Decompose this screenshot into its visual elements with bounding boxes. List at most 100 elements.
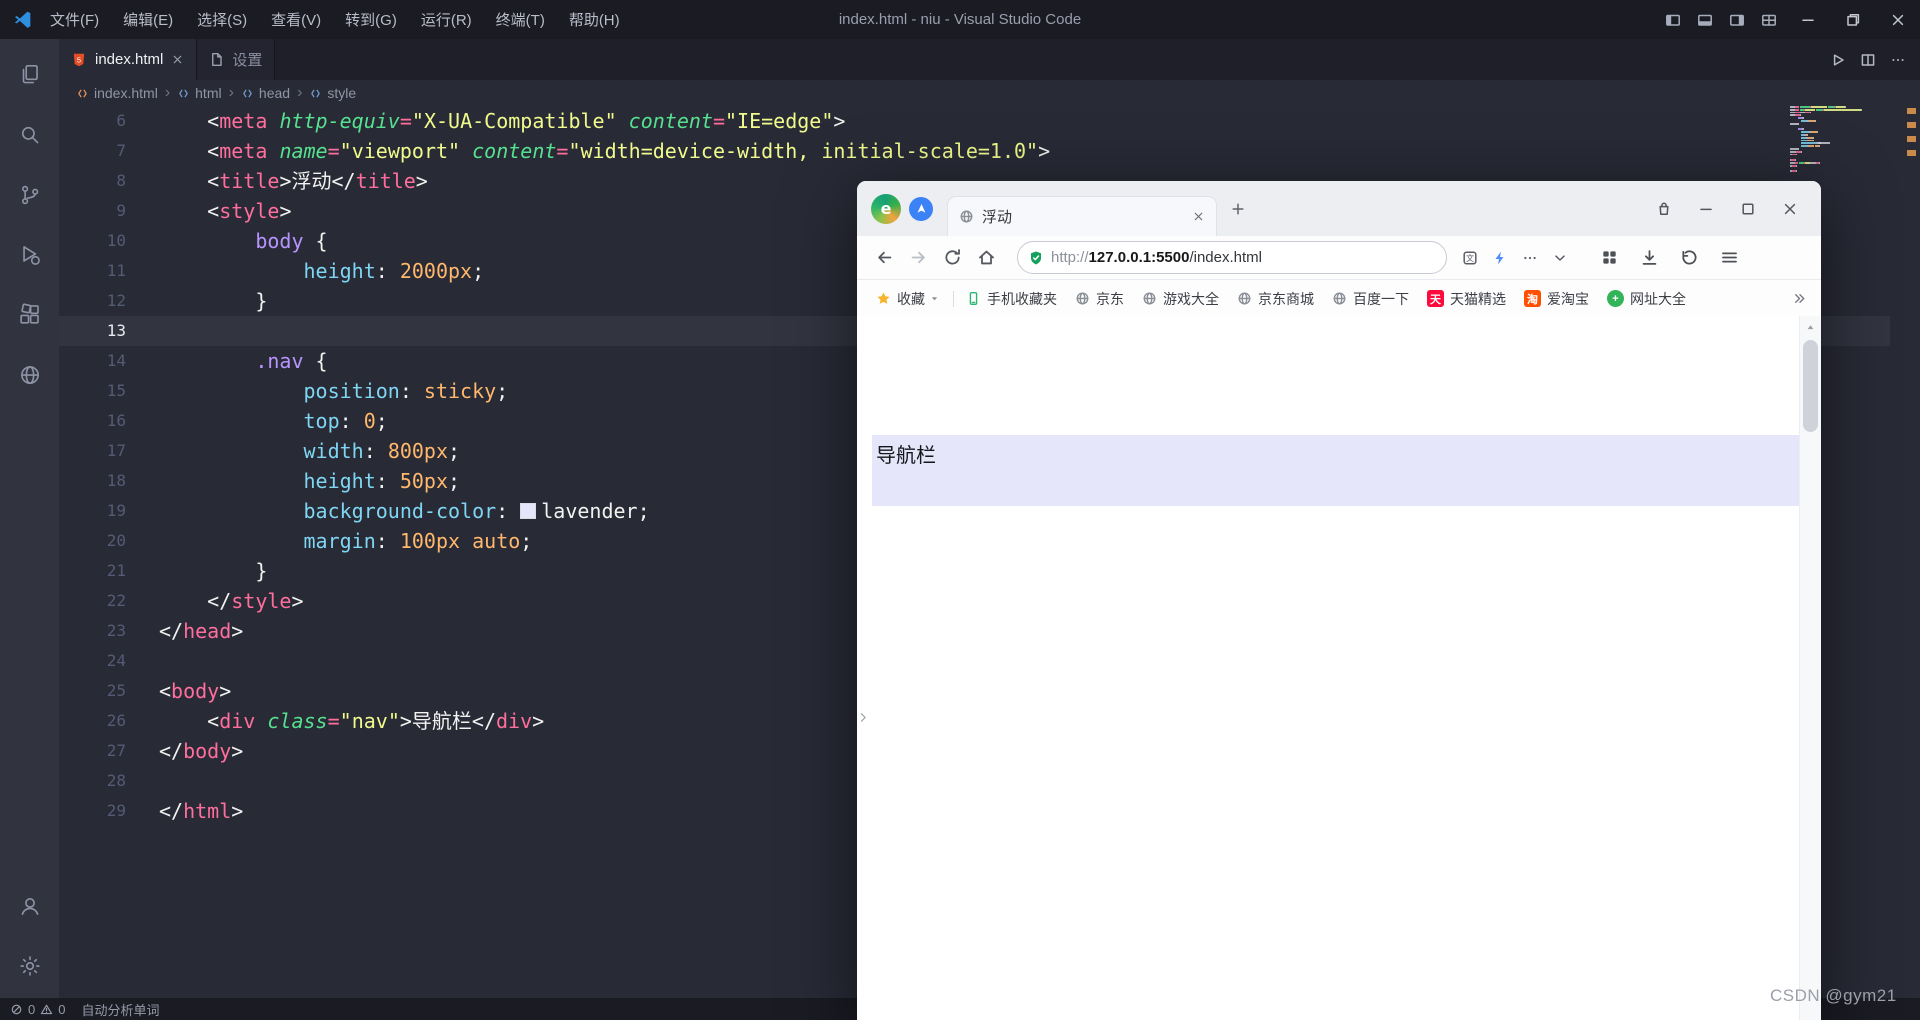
undo-icon[interactable] — [1669, 241, 1709, 275]
token: { — [303, 229, 328, 253]
browser-tab-title: 浮动 — [982, 209, 1013, 226]
account-icon[interactable] — [0, 876, 59, 936]
shopping-bag-icon[interactable] — [1643, 181, 1685, 236]
code-line[interactable]: 7 <meta name="viewport" content="width=d… — [59, 136, 1890, 166]
token: </ — [159, 589, 232, 613]
customize-layout-icon[interactable] — [1753, 0, 1785, 39]
browser-close-button[interactable] — [1769, 181, 1811, 236]
toggle-secondary-sidebar-icon[interactable] — [1721, 0, 1753, 39]
bookmark-item[interactable]: 天天猫精选 — [1418, 280, 1515, 317]
browser-window: e 浮动 http://127.0.0.1:5500/index.html 文 … — [857, 181, 1821, 1020]
browser-maximize-button[interactable] — [1727, 181, 1769, 236]
bookmark-item[interactable]: 京东商城 — [1228, 280, 1323, 317]
bookmark-item[interactable]: 收藏 — [867, 280, 950, 317]
token: top — [303, 409, 340, 433]
translate-icon[interactable]: 文 — [1455, 243, 1485, 273]
star-icon — [876, 291, 891, 306]
apps-grid-icon[interactable] — [1589, 241, 1629, 275]
toggle-sidebar-icon[interactable] — [1657, 0, 1689, 39]
bookmark-item[interactable]: + 网址大全 — [1598, 280, 1695, 317]
restore-button[interactable] — [1830, 0, 1875, 39]
browser-scrollbar[interactable] — [1799, 316, 1821, 1020]
close-tab-icon[interactable] — [171, 53, 184, 66]
source-control-icon[interactable] — [0, 165, 59, 225]
sidebar-expand-icon[interactable] — [857, 711, 870, 724]
bookmark-item[interactable]: 游戏大全 — [1133, 280, 1228, 317]
browser-tab[interactable]: 浮动 — [947, 196, 1217, 236]
close-window-button[interactable] — [1875, 0, 1920, 39]
run-file-icon[interactable] — [1830, 52, 1846, 68]
scroll-up-icon[interactable] — [1800, 321, 1821, 334]
menu-item[interactable]: 编辑(E) — [111, 0, 185, 39]
more-actions-icon[interactable] — [1890, 52, 1906, 68]
line-number: 23 — [106, 621, 126, 640]
problems-indicator[interactable]: 0 0 — [10, 1002, 65, 1017]
watermark: CSDN @gym21 — [1770, 986, 1897, 1005]
status-message[interactable]: 自动分析单词 — [81, 1000, 159, 1019]
toggle-panel-icon[interactable] — [1689, 0, 1721, 39]
split-editor-icon[interactable] — [1860, 52, 1876, 68]
run-debug-icon[interactable] — [0, 225, 59, 285]
color-swatch — [520, 503, 537, 519]
explorer-icon[interactable] — [0, 45, 59, 105]
home-icon[interactable] — [969, 241, 1003, 275]
breadcrumb-item[interactable]: head — [241, 85, 290, 101]
menu-item[interactable]: 终端(T) — [484, 0, 557, 39]
scrollbar-thumb[interactable] — [1803, 340, 1818, 432]
code-text: <meta name="viewport" content="width=dev… — [126, 136, 1050, 166]
chevron-down-icon[interactable] — [1545, 243, 1575, 273]
address-bar[interactable]: http://127.0.0.1:5500/index.html — [1017, 241, 1447, 274]
live-preview-icon[interactable] — [0, 345, 59, 405]
bookmark-item[interactable]: 淘爱淘宝 — [1515, 280, 1598, 317]
token: > — [231, 619, 244, 643]
line-number: 18 — [106, 471, 126, 490]
breadcrumb-item[interactable]: html — [177, 85, 222, 101]
bookmark-item[interactable]: 京东 — [1066, 280, 1133, 317]
menu-item[interactable]: 查看(V) — [259, 0, 333, 39]
extensions-icon[interactable] — [0, 285, 59, 345]
bookmarks-overflow-icon[interactable] — [1792, 291, 1811, 306]
minimize-button[interactable] — [1785, 0, 1830, 39]
forward-icon[interactable] — [901, 241, 935, 275]
back-icon[interactable] — [867, 241, 901, 275]
menu-item[interactable]: 转到(G) — [333, 0, 409, 39]
menu-icon[interactable] — [1709, 241, 1749, 275]
new-tab-button[interactable] — [1223, 194, 1253, 224]
tab-index-html[interactable]: 5 index.html — [59, 39, 198, 80]
bookmark-item[interactable]: 手机收藏夹 — [957, 280, 1066, 317]
quick-access-icon[interactable] — [909, 196, 933, 221]
token: 0 — [363, 409, 376, 433]
token: title — [219, 169, 280, 193]
menu-item[interactable]: 选择(S) — [185, 0, 259, 39]
menu-item[interactable]: 运行(R) — [409, 0, 484, 39]
settings-icon[interactable] — [0, 936, 59, 996]
breadcrumb-item[interactable]: index.html — [76, 85, 158, 101]
refresh-icon[interactable] — [935, 241, 969, 275]
minimap-line — [1790, 131, 1878, 133]
caret-down-icon[interactable] — [928, 292, 941, 305]
bookmark-item[interactable]: 百度一下 — [1323, 280, 1418, 317]
code-text: } — [126, 286, 267, 316]
menu-item[interactable]: 帮助(H) — [557, 0, 632, 39]
browser-logo-icon[interactable]: e — [871, 193, 901, 224]
lightning-icon[interactable] — [1485, 243, 1515, 273]
close-browser-tab-icon[interactable] — [1192, 210, 1205, 223]
search-icon[interactable] — [0, 105, 59, 165]
minimap[interactable] — [1790, 106, 1878, 173]
phone-icon — [966, 291, 981, 306]
site-security-shield-icon[interactable] — [1028, 250, 1044, 266]
more-tools-icon[interactable] — [1515, 243, 1545, 273]
code-line[interactable]: 6 <meta http-equiv="X-UA-Compatible" con… — [59, 106, 1890, 136]
menu-item[interactable]: 文件(F) — [38, 0, 111, 39]
warning-count: 0 — [58, 1001, 66, 1017]
browser-minimize-button[interactable] — [1685, 181, 1727, 236]
download-icon[interactable] — [1629, 241, 1669, 275]
breadcrumb-item[interactable]: style — [309, 85, 356, 101]
token: meta — [219, 109, 268, 133]
tab-settings[interactable]: 设置 — [197, 39, 276, 80]
code-text: <div class="nav">导航栏</div> — [126, 706, 544, 736]
